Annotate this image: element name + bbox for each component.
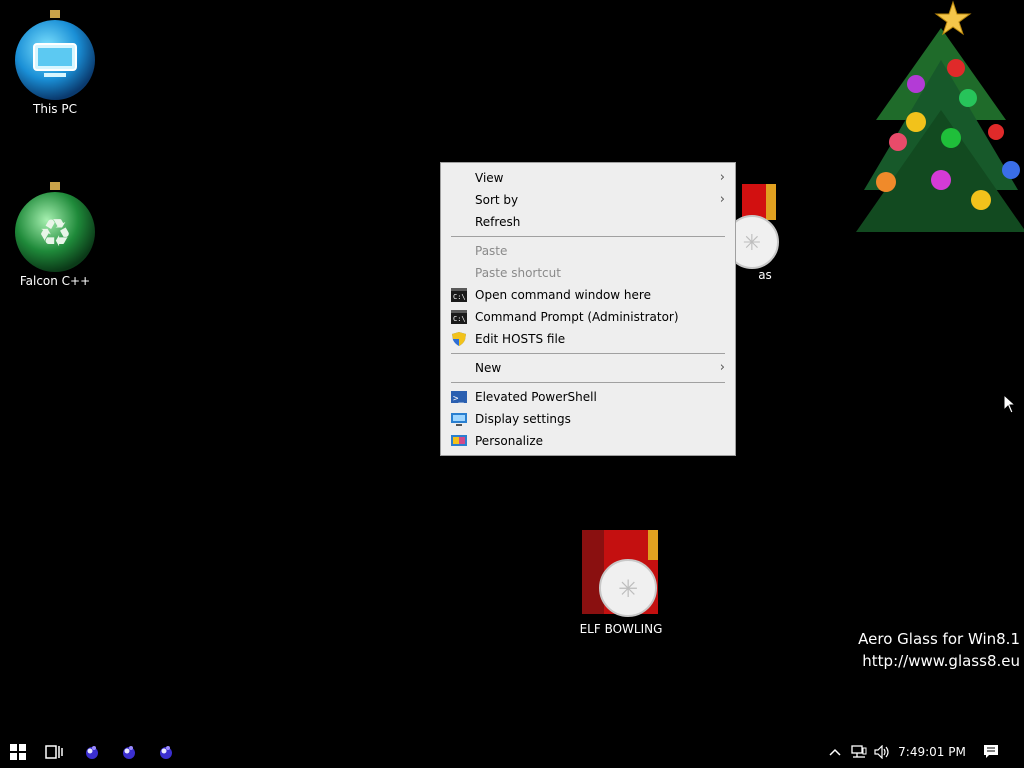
- app-icon: [123, 746, 135, 759]
- menu-item-paste: Paste: [441, 240, 735, 262]
- desktop-context-menu: View › Sort by › Refresh Paste Paste sho…: [440, 162, 736, 456]
- desktop-icon-elf-bowling[interactable]: ✳ ELF BOWLING: [576, 528, 666, 636]
- chevron-up-icon: [829, 748, 841, 756]
- chevron-right-icon: ›: [719, 170, 725, 185]
- cmd-icon: C:\: [451, 288, 467, 302]
- menu-item-label: Refresh: [475, 215, 521, 229]
- watermark-line-1: Aero Glass for Win8.1: [858, 630, 1020, 648]
- watermark-line-2: http://www.glass8.eu: [862, 652, 1020, 670]
- menu-separator: [451, 382, 725, 383]
- desktop-icon-label: This PC: [33, 102, 77, 116]
- clock-time: 7:49:01 PM: [898, 745, 966, 759]
- menu-item-label: Open command window here: [475, 288, 651, 302]
- display-icon: [451, 413, 467, 426]
- volume-icon: [874, 745, 889, 759]
- menu-item-view[interactable]: View ›: [441, 167, 735, 189]
- menu-item-edit-hosts[interactable]: Edit HOSTS file: [441, 328, 735, 350]
- svg-text:C:\: C:\: [453, 315, 466, 323]
- network-button[interactable]: [848, 736, 870, 768]
- desktop-icon-label: Falcon C++: [19, 274, 91, 288]
- menu-item-refresh[interactable]: Refresh: [441, 211, 735, 233]
- menu-item-label: Paste: [475, 244, 508, 258]
- task-view-icon: [45, 745, 63, 759]
- taskbar-app-3[interactable]: [148, 736, 184, 768]
- this-pc-icon: [15, 10, 95, 100]
- christmas-tree-gadget: [856, 0, 1024, 232]
- gift-ornament-icon: ✳: [582, 530, 658, 617]
- menu-item-label: Elevated PowerShell: [475, 390, 597, 404]
- menu-item-command-prompt-admin[interactable]: C:\ Command Prompt (Administrator): [441, 306, 735, 328]
- start-icon: [10, 744, 26, 760]
- cmd-icon: C:\: [451, 310, 467, 324]
- start-button[interactable]: [0, 736, 36, 768]
- show-hidden-icons-button[interactable]: [824, 736, 846, 768]
- svg-text:✳: ✳: [743, 231, 761, 256]
- menu-item-personalize[interactable]: Personalize: [441, 430, 735, 452]
- notifications-icon: [984, 745, 998, 758]
- menu-item-label: Sort by: [475, 193, 519, 207]
- taskbar: 7:49:01 PM: [0, 736, 1024, 768]
- menu-item-label: Display settings: [475, 412, 571, 426]
- menu-item-open-command-window[interactable]: C:\ Open command window here: [441, 284, 735, 306]
- menu-item-paste-shortcut: Paste shortcut: [441, 262, 735, 284]
- chevron-right-icon: ›: [719, 192, 725, 207]
- volume-button[interactable]: [872, 736, 894, 768]
- menu-item-label: Command Prompt (Administrator): [475, 310, 679, 324]
- menu-item-new[interactable]: New ›: [441, 357, 735, 379]
- app-icon: [86, 746, 98, 759]
- menu-item-sort-by[interactable]: Sort by ›: [441, 189, 735, 211]
- shield-icon: [452, 332, 466, 346]
- menu-item-label: Edit HOSTS file: [475, 332, 566, 346]
- menu-separator: [451, 353, 725, 354]
- menu-item-label: New: [475, 361, 502, 375]
- menu-separator: [451, 236, 725, 237]
- svg-text:♻: ♻: [38, 211, 72, 255]
- recycle-bin-icon: ♻: [15, 182, 95, 272]
- menu-item-label: View: [475, 171, 504, 185]
- desktop-icon-this-pc[interactable]: This PC: [10, 8, 100, 116]
- menu-item-label: Personalize: [475, 434, 544, 448]
- svg-text:>_: >_: [453, 394, 464, 404]
- taskbar-app-1[interactable]: [74, 736, 110, 768]
- personalize-icon: [451, 435, 467, 446]
- menu-item-label: Paste shortcut: [475, 266, 561, 280]
- taskbar-app-2[interactable]: [111, 736, 147, 768]
- menu-item-display-settings[interactable]: Display settings: [441, 408, 735, 430]
- chevron-right-icon: ›: [719, 360, 725, 375]
- app-icon: [160, 746, 172, 759]
- svg-text:C:\: C:\: [453, 293, 466, 301]
- action-center-button[interactable]: [976, 736, 1006, 768]
- desktop-icon-falcon[interactable]: ♻ Falcon C++: [10, 180, 100, 288]
- desktop-icon-label: as: [758, 268, 772, 282]
- svg-text:✳: ✳: [618, 575, 638, 603]
- menu-item-elevated-powershell[interactable]: >_ Elevated PowerShell: [441, 386, 735, 408]
- mouse-cursor-icon: [1003, 394, 1015, 414]
- desktop-icon-label: ELF BOWLING: [579, 622, 663, 636]
- clock-button[interactable]: 7:49:01 PM: [896, 736, 968, 768]
- network-icon: [851, 745, 867, 758]
- task-view-button[interactable]: [36, 736, 72, 768]
- powershell-icon: >_: [451, 391, 467, 404]
